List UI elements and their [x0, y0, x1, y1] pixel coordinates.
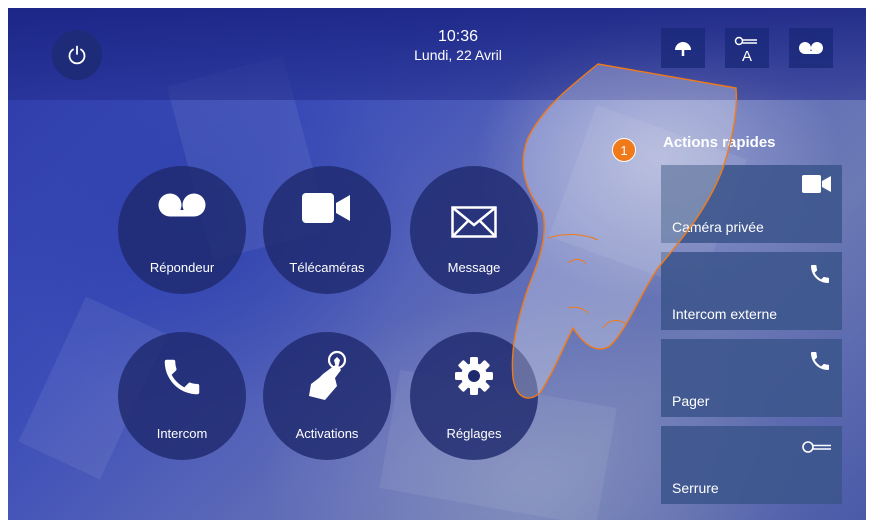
quick-actions-title: Actions rapides — [663, 134, 776, 151]
status-bar: 10:36 Lundi, 22 Avril A — [8, 8, 866, 100]
video-camera-icon — [802, 175, 831, 193]
app-label: Intercom — [156, 426, 208, 441]
quick-action-label: Intercom externe — [672, 306, 778, 322]
key-icon: A — [734, 36, 757, 64]
staircase-light-button[interactable] — [661, 28, 705, 68]
gear-icon — [455, 357, 493, 395]
quick-action-label: Pager — [672, 393, 710, 409]
app-activations[interactable]: Activations — [263, 332, 391, 460]
power-icon — [68, 45, 86, 65]
hand-touch-icon — [309, 350, 347, 400]
quick-action-external-intercom[interactable]: Intercom externe — [661, 252, 842, 330]
video-camera-icon — [302, 193, 350, 223]
app-label: Activations — [295, 426, 359, 441]
phone-icon — [164, 359, 200, 395]
voicemail-icon — [799, 42, 823, 54]
quick-action-label: Caméra privée — [672, 219, 764, 235]
intercom-screen: 10:36 Lundi, 22 Avril A Répondeur Téléca… — [8, 8, 866, 520]
voicemail-icon — [158, 193, 206, 217]
clock-time: 10:36 — [437, 28, 479, 45]
clock-date: Lundi, 22 Avril — [414, 47, 502, 63]
quick-action-private-camera[interactable]: Caméra privée — [661, 165, 842, 243]
app-label: Message — [447, 260, 501, 275]
quick-action-lock[interactable]: Serrure — [661, 426, 842, 504]
envelope-icon — [451, 206, 497, 238]
voicemail-status-button[interactable] — [789, 28, 833, 68]
app-label: Réglages — [446, 426, 502, 441]
key-icon — [802, 441, 831, 453]
phone-icon — [811, 265, 829, 283]
app-telecameras[interactable]: Télécaméras — [263, 166, 391, 294]
app-label: Télécaméras — [289, 260, 365, 275]
quick-action-pager[interactable]: Pager — [661, 339, 842, 417]
power-button[interactable] — [52, 30, 102, 80]
door-lock-status-button[interactable]: A — [725, 28, 769, 68]
lamp-icon — [675, 42, 691, 56]
clock: 10:36 Lundi, 22 Avril — [348, 28, 568, 64]
phone-icon — [811, 352, 829, 370]
callout-number-badge: 1 — [612, 138, 636, 162]
app-reglages[interactable]: Réglages — [410, 332, 538, 460]
app-label: Répondeur — [149, 260, 215, 275]
quick-action-label: Serrure — [672, 480, 719, 496]
app-message[interactable]: Message — [410, 166, 538, 294]
app-intercom[interactable]: Intercom — [118, 332, 246, 460]
automatic-door-letter: A — [742, 48, 752, 64]
app-repondeur[interactable]: Répondeur — [118, 166, 246, 294]
